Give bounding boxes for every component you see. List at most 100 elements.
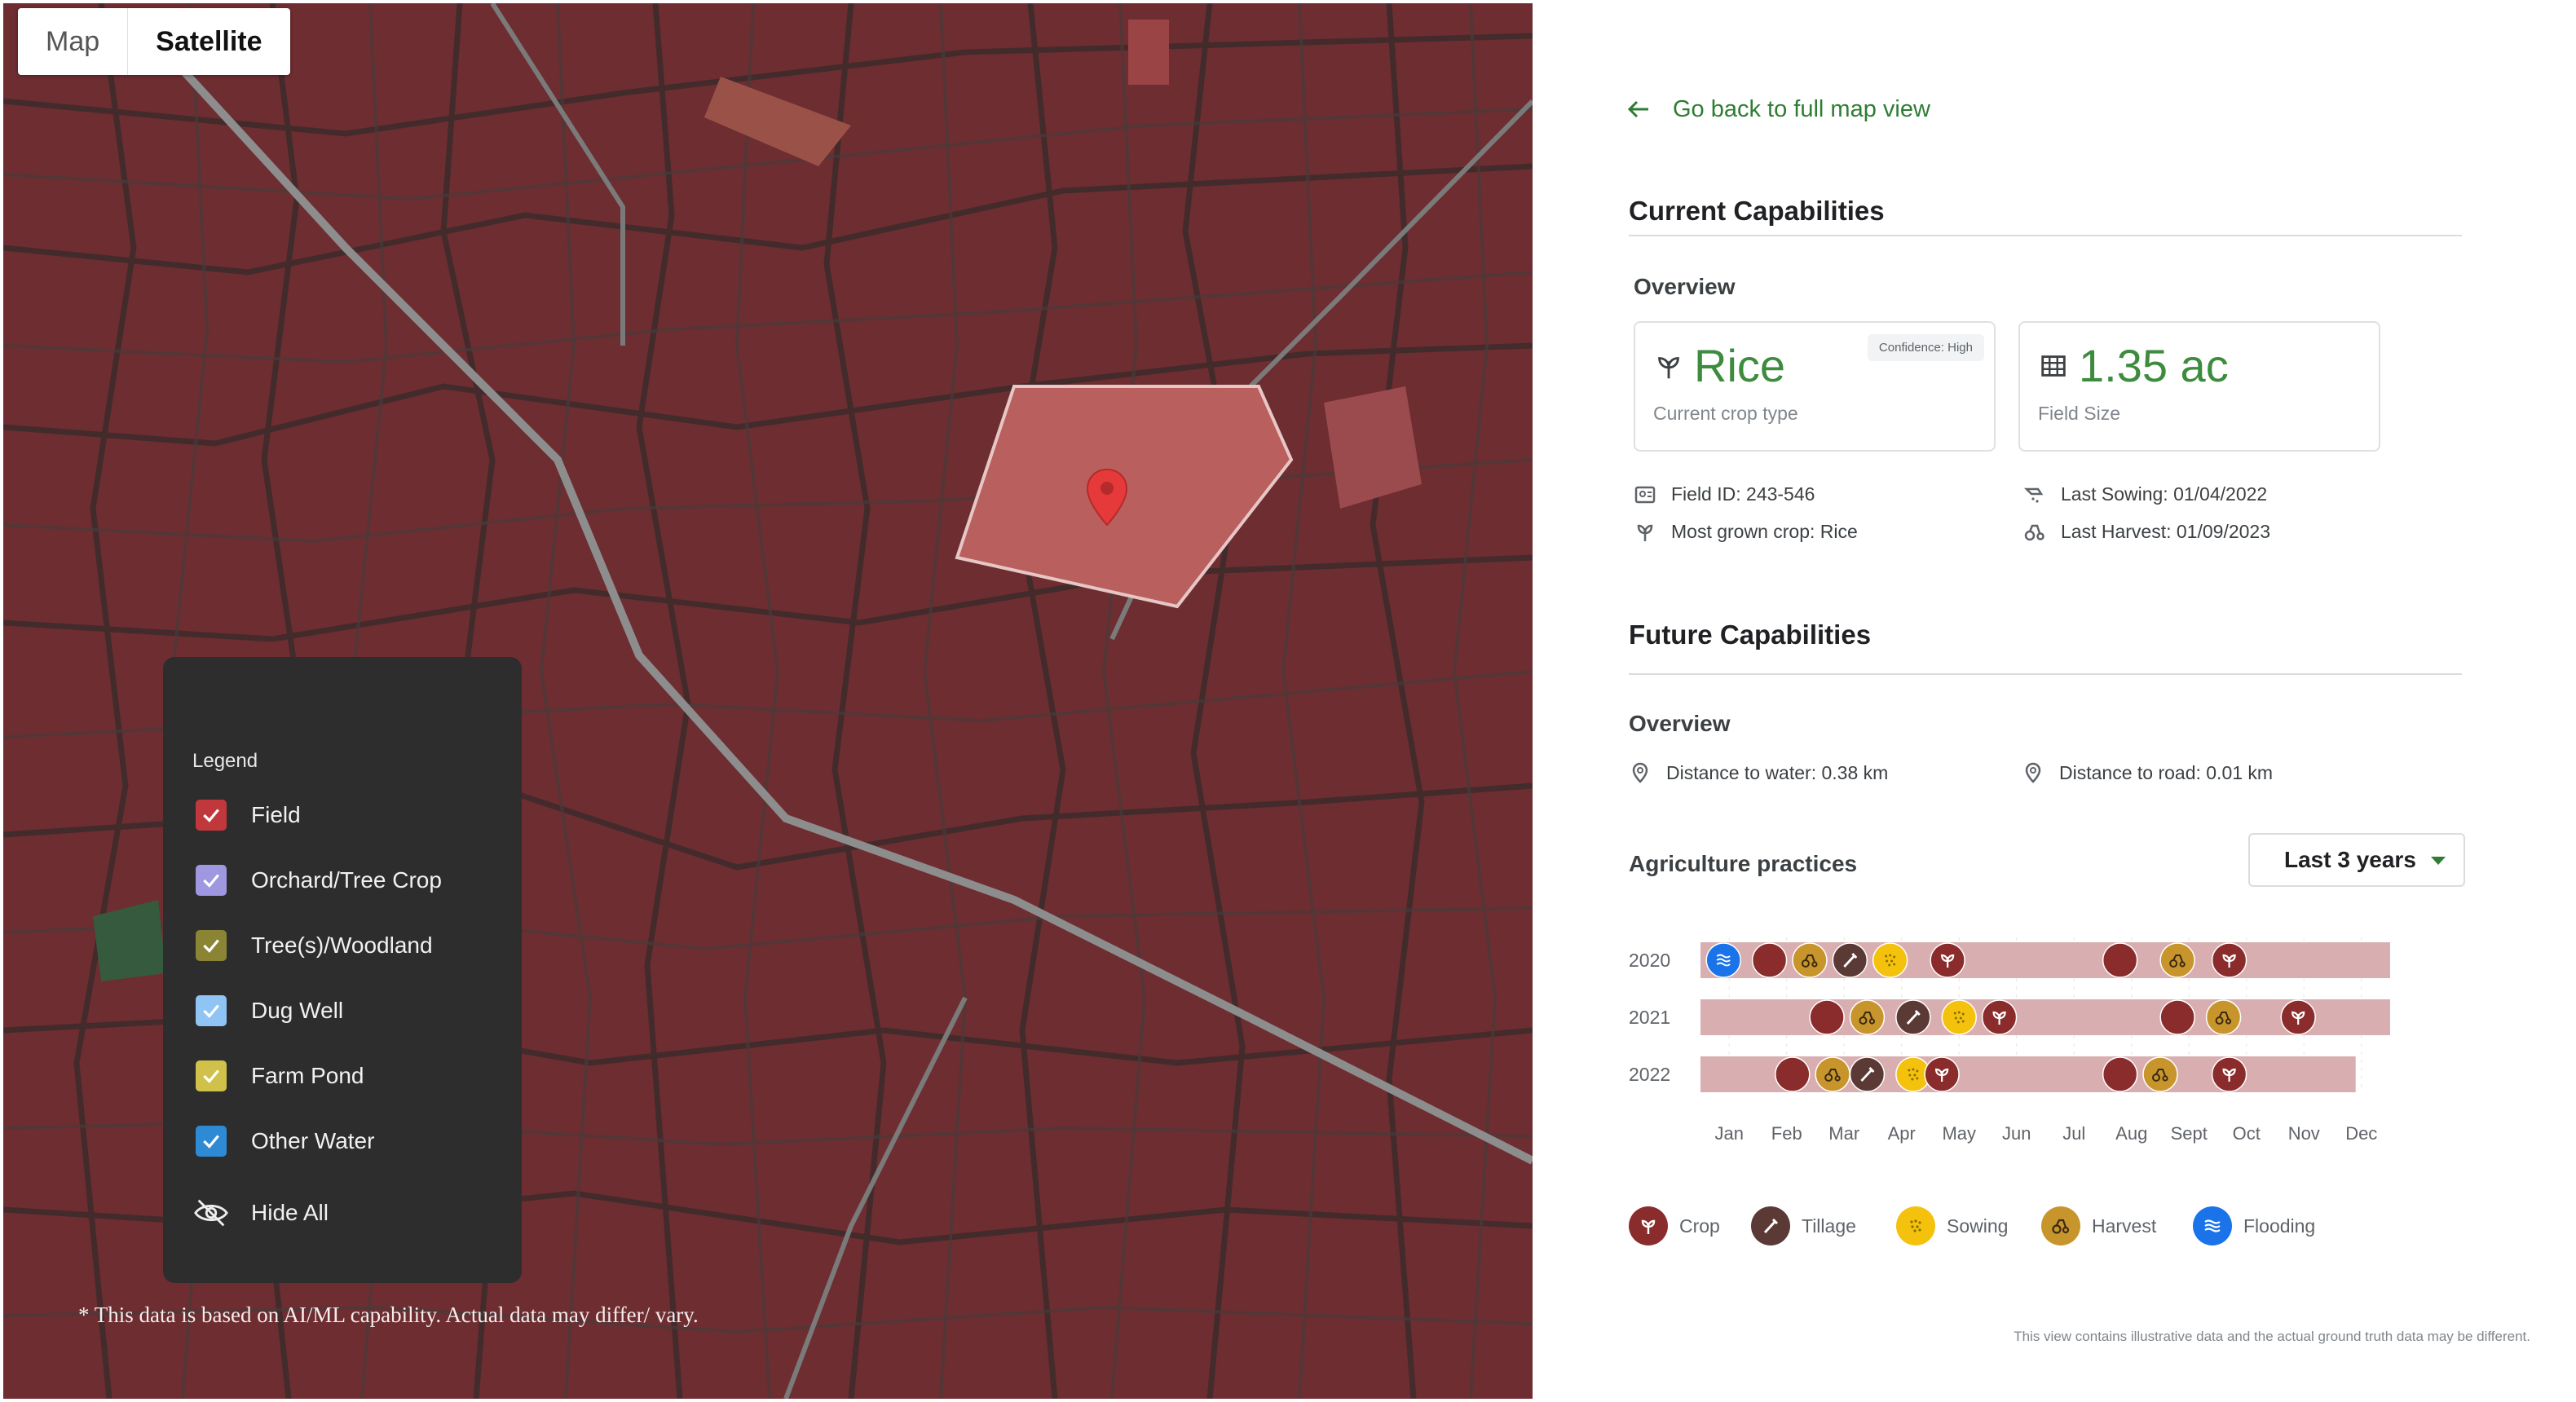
legend-item-dug-well[interactable]: Dug Well — [196, 993, 343, 1029]
crop-icon — [1658, 356, 1679, 378]
flooding-icon — [2193, 1206, 2232, 1245]
legend-item-other-water[interactable]: Other Water — [196, 1123, 374, 1159]
timeline-event-crop[interactable] — [1930, 942, 1965, 978]
hide-all-label: Hide All — [251, 1200, 329, 1225]
sowing-hand-icon — [2023, 487, 2044, 503]
legend-item-farm-pond[interactable]: Farm Pond — [196, 1058, 364, 1094]
timeline-event-blank[interactable] — [2159, 999, 2195, 1035]
map-legend: Legend Field Orchard/Tree Crop Tree(s)/W… — [163, 657, 522, 1283]
time-range-select[interactable]: Last 3 years — [2248, 833, 2465, 887]
field-size-card: 1.35 ac Field Size — [2018, 321, 2380, 452]
legend-label: Field — [251, 802, 301, 827]
field-size-value: 1.35 ac — [2079, 340, 2229, 391]
illustrative-data-footnote: This view contains illustrative data and… — [2014, 1329, 2530, 1344]
timeline-event-harvest[interactable] — [1815, 1056, 1850, 1092]
timeline-event-blank[interactable] — [1751, 942, 1788, 978]
year-label: 2022 — [1629, 1064, 1670, 1085]
grid-icon — [2041, 355, 2066, 377]
timeline-event-sowing[interactable] — [1872, 942, 1908, 978]
distance-water-row: Distance to water: 0.38 km — [1629, 761, 1888, 784]
timeline-event-tillage[interactable] — [1832, 942, 1868, 978]
eye-off-icon — [194, 1199, 228, 1227]
checkbox-icon[interactable] — [196, 930, 227, 961]
month-tick-label: Jan — [1715, 1123, 1744, 1144]
timeline-event-crop[interactable] — [2211, 1056, 2247, 1092]
timeline-event-blank[interactable] — [1775, 1056, 1811, 1092]
legend-harvest-label: Harvest — [2092, 1215, 2157, 1237]
timeline-event-crop[interactable] — [1981, 999, 2018, 1035]
month-tick-label: Jul — [2062, 1123, 2085, 1144]
harvest-icon — [2041, 1206, 2080, 1245]
location-icon — [1632, 762, 1648, 783]
timeline-event-blank[interactable] — [2102, 1056, 2138, 1092]
timeline-event-harvest[interactable] — [1792, 942, 1828, 978]
map-disclaimer: * This data is based on AI/ML capability… — [78, 1303, 699, 1327]
arrow-left-icon — [1627, 100, 1648, 118]
legend-item-orchard[interactable]: Orchard/Tree Crop — [196, 862, 442, 898]
timeline-event-blank[interactable] — [2102, 942, 2138, 978]
legend-label: Farm Pond — [251, 1063, 364, 1088]
timeline-event-harvest[interactable] — [2142, 1056, 2178, 1092]
timeline-event-sowing[interactable] — [1941, 999, 1977, 1035]
timeline-event-blank[interactable] — [1809, 999, 1845, 1035]
legend-sowing-label: Sowing — [1947, 1215, 2009, 1237]
timeline-legend-harvest: Harvest — [2041, 1206, 2156, 1245]
timeline-event-crop[interactable] — [2280, 999, 2316, 1035]
hide-all-button[interactable]: Hide All — [194, 1195, 329, 1231]
checkbox-icon[interactable] — [196, 865, 227, 896]
timeline-event-harvest[interactable] — [1849, 999, 1886, 1035]
id-card-icon — [1634, 486, 1656, 504]
location-icon — [2025, 762, 2041, 783]
field-details-panel: Go back to full map view Current Capabil… — [1533, 0, 2576, 1402]
satellite-tab[interactable]: Satellite — [127, 8, 289, 75]
legend-label: Orchard/Tree Crop — [251, 867, 442, 893]
future-overview-label: Overview — [1629, 711, 1731, 736]
chevron-down-icon — [2431, 857, 2446, 865]
last-sowing-text: Last Sowing: 01/04/2022 — [2061, 483, 2268, 505]
checkbox-icon[interactable] — [196, 995, 227, 1026]
year-label: 2020 — [1629, 950, 1670, 971]
field-id-text: Field ID: 243-546 — [1671, 483, 1815, 505]
crop-type-caption: Current crop type — [1653, 403, 1798, 424]
timeline-legend-flooding: Flooding — [2193, 1206, 2315, 1245]
distance-water-text: Distance to water: 0.38 km — [1666, 761, 1889, 783]
legend-label: Tree(s)/Woodland — [251, 932, 433, 958]
distance-road-text: Distance to road: 0.01 km — [2059, 761, 2274, 783]
satellite-map[interactable]: Map Satellite Legend Field Orchard/Tree … — [3, 3, 1533, 1399]
legend-label: Other Water — [251, 1128, 375, 1153]
month-tick-label: Dec — [2345, 1123, 2377, 1144]
agriculture-practices-title: Agriculture practices — [1629, 851, 1858, 876]
timeline-event-tillage[interactable] — [1895, 999, 1931, 1035]
map-tab[interactable]: Map — [18, 8, 127, 75]
month-tick-label: Aug — [2115, 1123, 2147, 1144]
timeline-event-crop[interactable] — [2211, 942, 2247, 978]
last-harvest-row: Last Harvest: 01/09/2023 — [2023, 520, 2270, 543]
divider — [1629, 235, 2462, 236]
legend-item-woodland[interactable]: Tree(s)/Woodland — [196, 928, 433, 963]
timeline-legend-crop: Crop — [1629, 1206, 1720, 1245]
crop-type-card: Rice Confidence: High Current crop type — [1634, 321, 1996, 452]
back-to-map-link[interactable]: Go back to full map view — [1624, 95, 1930, 124]
timeline-legend-sowing: Sowing — [1896, 1206, 2008, 1245]
timeline-event-flooding[interactable] — [1705, 942, 1741, 978]
most-grown-row: Most grown crop: Rice — [1634, 520, 1858, 543]
sowing-icon — [1896, 1206, 1935, 1245]
checkbox-icon[interactable] — [196, 1060, 227, 1091]
checkbox-icon[interactable] — [196, 800, 227, 831]
back-link-label: Go back to full map view — [1673, 95, 1930, 122]
most-grown-text: Most grown crop: Rice — [1671, 520, 1858, 542]
timeline-event-crop[interactable] — [1924, 1056, 1960, 1092]
timeline-event-tillage[interactable] — [1849, 1056, 1886, 1092]
location-pin-icon[interactable] — [1086, 468, 1128, 527]
month-tick-label: Oct — [2233, 1123, 2261, 1144]
timeline-event-harvest[interactable] — [2205, 999, 2242, 1035]
timeline-event-harvest[interactable] — [2159, 942, 2195, 978]
tillage-icon — [1751, 1206, 1790, 1245]
current-overview-label: Overview — [1634, 274, 1736, 299]
map-type-toggle[interactable]: Map Satellite — [18, 8, 290, 75]
checkbox-icon[interactable] — [196, 1126, 227, 1157]
year-label: 2021 — [1629, 1007, 1670, 1028]
time-range-value: Last 3 years — [2284, 847, 2416, 872]
timeline-legend-tillage: Tillage — [1751, 1206, 1856, 1245]
legend-item-field[interactable]: Field — [196, 797, 301, 833]
